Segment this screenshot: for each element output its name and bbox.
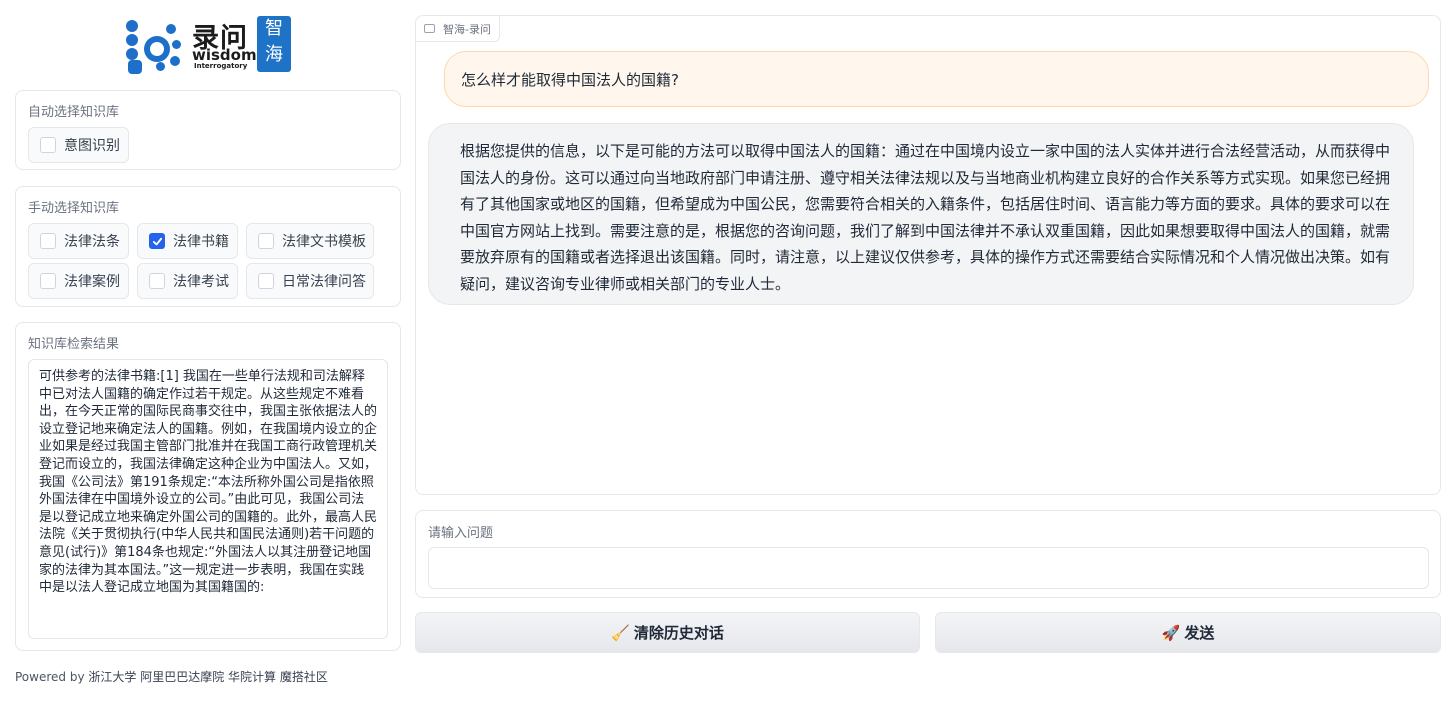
question-input[interactable]	[428, 547, 1429, 589]
chatbot-tab-label: 智海-录问	[443, 22, 491, 36]
checkbox-box[interactable]	[149, 233, 165, 249]
question-input-panel: 请输入问题	[415, 510, 1441, 598]
checkbox-label: 意图识别	[64, 138, 120, 154]
kb-results-panel: 知识库检索结果 可供参考的法律书籍:[1] 我国在一些单行法规和司法解释中已对法…	[15, 322, 401, 651]
checkbox-legal-cases[interactable]: 法律案例	[28, 263, 129, 299]
checkbox-box[interactable]	[258, 273, 274, 289]
chatbot-panel: 智海-录问 怎么样才能取得中国法人的国籍? 根据您提供的信息，以下是可能的方法可…	[415, 15, 1441, 495]
checkbox-daily-legal-qa[interactable]: 日常法律问答	[246, 263, 374, 299]
checkbox-label: 法律考试	[173, 274, 229, 290]
checkbox-box[interactable]	[40, 233, 56, 249]
logo-mark-icon	[126, 18, 190, 74]
kb-results-label: 知识库检索结果	[28, 337, 120, 352]
logo-seal: 智海	[257, 16, 291, 72]
footer-prefix: Powered by	[15, 670, 85, 684]
checkbox-label: 法律书籍	[173, 234, 229, 250]
send-button[interactable]: 🚀 发送	[935, 612, 1441, 653]
question-input-label: 请输入问题	[428, 526, 494, 541]
chatbot-tab: 智海-录问	[416, 16, 500, 42]
checkbox-box[interactable]	[149, 273, 165, 289]
checkbox-label: 法律案例	[64, 274, 120, 290]
bot-message-text: 根据您提供的信息，以下是可能的方法可以取得中国法人的国籍：通过在中国境内设立一家…	[460, 142, 1391, 293]
auto-kb-label: 自动选择知识库	[28, 105, 120, 120]
footer-links[interactable]: 浙江大学 阿里巴巴达摩院 华院计算 魔搭社区	[88, 670, 327, 684]
checkbox-label: 法律文书模板	[282, 234, 366, 250]
clear-history-label: 清除历史对话	[633, 624, 724, 642]
checkbox-legal-articles[interactable]: 法律法条	[28, 223, 129, 259]
user-message: 怎么样才能取得中国法人的国籍?	[444, 51, 1429, 107]
send-label: 发送	[1184, 624, 1215, 642]
checkbox-box[interactable]	[40, 273, 56, 289]
rocket-icon: 🚀	[1161, 623, 1181, 642]
logo-tagline: Interrogatory	[194, 62, 248, 70]
checkbox-label: 法律法条	[64, 234, 120, 250]
app-logo: 录问 wisdom Interrogatory 智海	[126, 16, 296, 74]
checkbox-box[interactable]	[258, 233, 274, 249]
broom-icon: 🧹	[611, 623, 630, 642]
auto-kb-panel: 自动选择知识库 意图识别	[15, 90, 401, 170]
checkbox-box[interactable]	[40, 137, 56, 153]
checkbox-intent-recognition[interactable]: 意图识别	[28, 127, 129, 163]
checkbox-label: 日常法律问答	[282, 274, 366, 290]
manual-kb-panel: 手动选择知识库 法律法条 法律书籍 法律文书模板 法律案例 法律考试 日常法律问…	[15, 186, 401, 307]
user-message-text: 怎么样才能取得中国法人的国籍?	[461, 70, 679, 89]
chat-bubble-icon	[424, 24, 435, 33]
footer: Powered by 浙江大学 阿里巴巴达摩院 华院计算 魔搭社区	[15, 668, 328, 685]
checkbox-legal-exams[interactable]: 法律考试	[137, 263, 238, 299]
manual-kb-label: 手动选择知识库	[28, 201, 120, 216]
checkbox-legal-doc-templates[interactable]: 法律文书模板	[246, 223, 374, 259]
checkbox-legal-books[interactable]: 法律书籍	[137, 223, 238, 259]
kb-results-textarea[interactable]: 可供参考的法律书籍:[1] 我国在一些单行法规和司法解释中已对法人国籍的确定作过…	[28, 359, 388, 639]
bot-message: 根据您提供的信息，以下是可能的方法可以取得中国法人的国籍：通过在中国境内设立一家…	[428, 123, 1414, 305]
clear-history-button[interactable]: 🧹 清除历史对话	[415, 612, 920, 653]
